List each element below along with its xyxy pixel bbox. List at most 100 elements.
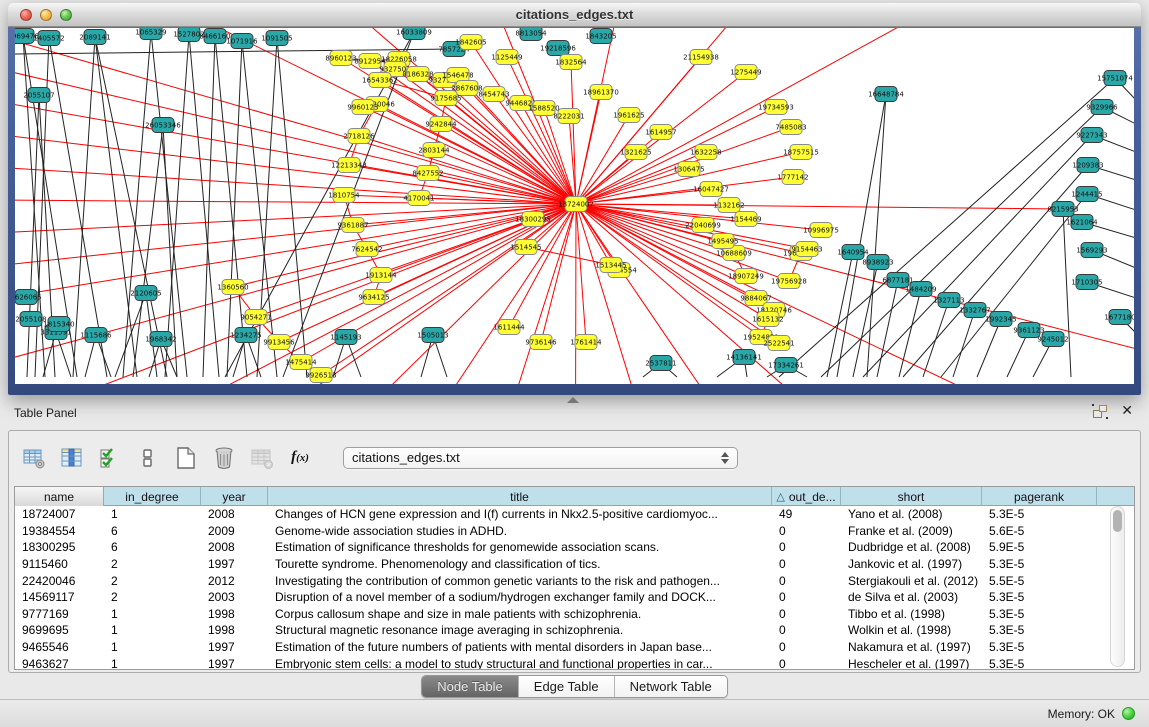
graph-node[interactable]: 2537811 <box>645 356 676 371</box>
graph-node[interactable]: 1327113 <box>933 293 964 308</box>
float-panel-icon[interactable] <box>1093 405 1107 418</box>
graph-node[interactable]: 8960123 <box>325 51 356 66</box>
graph-node[interactable]: 21154938 <box>683 50 719 65</box>
graph-node[interactable]: 1065329 <box>135 28 166 40</box>
table-row[interactable]: 946362711997Embryonic stem cells: a mode… <box>15 655 1134 669</box>
table-row[interactable]: 2242004622012Investigating the contribut… <box>15 572 1134 589</box>
tab-node-table[interactable]: Node Table <box>422 676 519 697</box>
table-row[interactable]: 969969511998Structural magnetic resonanc… <box>15 622 1134 639</box>
graph-node[interactable]: 8222031 <box>553 109 584 124</box>
graph-node[interactable]: 1132162 <box>713 198 744 213</box>
table-row[interactable]: 1830029562008Estimation of significance … <box>15 539 1134 556</box>
graph-node[interactable]: 7485083 <box>775 120 806 135</box>
graph-node[interactable]: 1209383 <box>1072 158 1103 173</box>
graph-node[interactable]: 1640954 <box>837 245 869 260</box>
minimize-button[interactable] <box>40 9 52 21</box>
graph-node[interactable]: 8938923 <box>862 255 893 270</box>
graph-node[interactable]: 1360560 <box>217 280 248 295</box>
create-column-icon[interactable] <box>173 445 199 471</box>
column-visibility-icon[interactable] <box>59 445 85 471</box>
graph-node[interactable]: 1968342 <box>145 332 176 347</box>
tab-edge-table[interactable]: Edge Table <box>519 676 615 697</box>
table-row[interactable]: 1938455462009Genome-wide association stu… <box>15 523 1134 540</box>
graph-node[interactable]: 19734593 <box>758 100 794 115</box>
graph-node[interactable]: 9245012 <box>1037 332 1068 347</box>
table-selector-dropdown[interactable]: citations_edges.txt <box>343 447 738 469</box>
graph-node[interactable]: 18961370 <box>583 85 619 100</box>
graph-node[interactable]: 1961625 <box>613 108 644 123</box>
graph-node[interactable]: 1154469 <box>730 212 761 227</box>
citation-network-graph[interactable]: 1969476140557220891411065329152780284661… <box>15 28 1134 384</box>
graph-node[interactable]: 1234275 <box>230 328 261 343</box>
zoom-button[interactable] <box>60 9 72 21</box>
graph-node[interactable]: 2055107 <box>23 88 54 103</box>
graph-node[interactable]: 1405572 <box>33 31 64 46</box>
graph-node[interactable]: 1843205 <box>585 29 616 44</box>
column-header-pagerank[interactable]: pagerank <box>982 487 1097 506</box>
column-header-year[interactable]: year <box>201 487 268 506</box>
graph-node[interactable]: 26053346 <box>145 118 181 133</box>
column-header-title[interactable]: title <box>268 487 772 506</box>
column-header-out_de[interactable]: △out_de... <box>772 487 841 506</box>
table-row[interactable]: 1456911722003Disruption of a novel membe… <box>15 589 1134 606</box>
graph-node[interactable]: 1321625 <box>620 145 651 160</box>
graph-node[interactable]: 2120605 <box>130 286 161 301</box>
table-row[interactable]: 946554611997Estimation of the future num… <box>15 639 1134 656</box>
graph-node[interactable]: 1115686 <box>80 328 112 343</box>
graph-node[interactable]: 9960123 <box>347 100 378 115</box>
graph-node[interactable]: 15751074 <box>1097 71 1133 86</box>
graph-node[interactable]: 9054271 <box>240 310 271 325</box>
graph-node[interactable]: 1475414 <box>285 355 317 370</box>
function-builder-icon[interactable]: f(x) <box>287 445 313 471</box>
graph-node[interactable]: 19218596 <box>540 41 576 56</box>
graph-node[interactable]: 8813054 <box>515 28 547 41</box>
graph-node[interactable]: 1244415 <box>1071 187 1102 202</box>
graph-node[interactable]: 9926513 <box>305 368 336 383</box>
graph-node[interactable]: 1710305 <box>1071 275 1102 290</box>
graph-node[interactable]: 2718126 <box>343 129 375 144</box>
column-header-short[interactable]: short <box>841 487 982 506</box>
table-mode-icon[interactable] <box>21 445 47 471</box>
graph-node[interactable]: 1071916 <box>226 34 258 49</box>
column-header-name[interactable]: name <box>15 487 104 506</box>
tab-network-table[interactable]: Network Table <box>615 676 727 697</box>
graph-node[interactable]: 2055108 <box>15 312 46 327</box>
table-row[interactable]: 911546021997Tourette syndrome. Phenomeno… <box>15 556 1134 573</box>
graph-node[interactable]: 1306475 <box>673 162 704 177</box>
close-button[interactable] <box>20 9 32 21</box>
delete-column-icon[interactable] <box>211 445 237 471</box>
graph-node[interactable]: 1815340 <box>43 317 74 332</box>
graph-node[interactable]: 10996975 <box>803 223 839 238</box>
graph-node[interactable]: 1145193 <box>330 330 361 345</box>
vertical-scrollbar[interactable] <box>1110 506 1125 667</box>
table-row[interactable]: 1872400712008Changes of HCN gene express… <box>15 506 1134 523</box>
close-panel-icon[interactable]: ✕ <box>1121 405 1133 418</box>
graph-node[interactable]: 1275449 <box>730 65 761 80</box>
graph-node[interactable]: 1484209 <box>905 282 936 297</box>
scrollbar-thumb[interactable] <box>1113 510 1122 532</box>
graph-node[interactable]: 1091505 <box>261 31 292 46</box>
graph-node[interactable]: 1832564 <box>555 55 587 70</box>
graph-node[interactable]: 2089141 <box>79 30 110 45</box>
graph-node[interactable]: 9634125 <box>358 290 389 305</box>
graph-node[interactable]: 1505013 <box>417 328 448 343</box>
graph-node[interactable]: 19756928 <box>771 274 807 289</box>
graph-node[interactable]: 4170041 <box>403 191 434 206</box>
graph-node[interactable]: 9175685 <box>430 91 461 106</box>
graph-node[interactable]: 1992345 <box>985 312 1016 327</box>
graph-node[interactable]: 1777142 <box>777 170 808 185</box>
graph-node[interactable]: 9361887 <box>337 218 368 233</box>
graph-node[interactable]: 16648784 <box>868 87 904 102</box>
graph-node[interactable]: 1761414 <box>570 335 602 350</box>
graph-node[interactable]: 7624542 <box>351 242 382 257</box>
column-header-in_degree[interactable]: in_degree <box>104 487 201 506</box>
graph-node[interactable]: 1842605 <box>455 35 486 50</box>
graph-node[interactable]: 18757515 <box>783 145 819 160</box>
row-options-icon[interactable] <box>135 445 161 471</box>
network-canvas[interactable]: 1969476140557220891411065329152780284661… <box>15 28 1134 384</box>
selection-mode-icon[interactable] <box>97 445 123 471</box>
graph-node[interactable]: 1632258 <box>690 145 721 160</box>
table-row[interactable]: 977716911998Corpus callosum shape and si… <box>15 606 1134 623</box>
graph-node[interactable]: 2522541 <box>763 336 794 351</box>
graph-node[interactable]: 1125449 <box>491 50 522 65</box>
